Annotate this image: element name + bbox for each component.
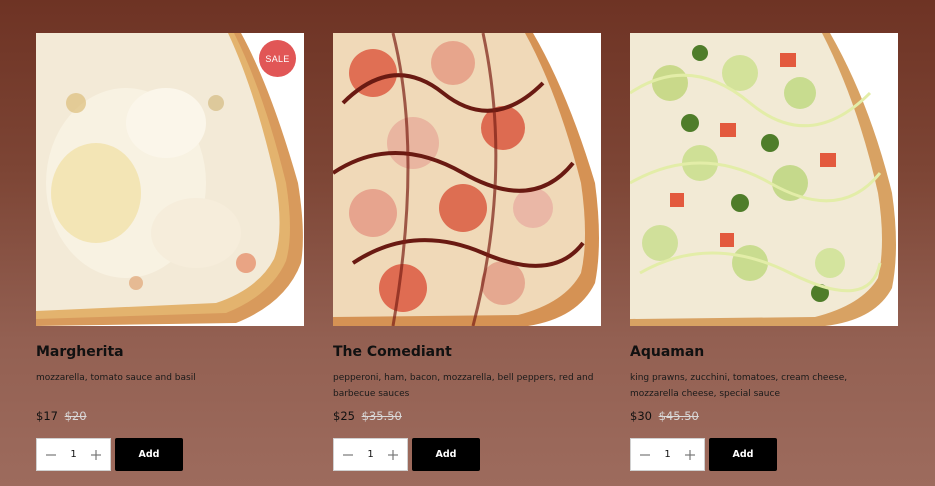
product-card: Aquaman king prawns, zucchini, tomatoes,… bbox=[630, 33, 898, 471]
old-price: $45.50 bbox=[658, 409, 699, 423]
quantity-stepper[interactable]: 1 bbox=[630, 438, 705, 471]
product-title[interactable]: Margherita bbox=[36, 343, 304, 361]
product-title[interactable]: Aquaman bbox=[630, 343, 898, 361]
add-to-cart-button[interactable]: Add bbox=[115, 438, 183, 471]
plus-icon[interactable] bbox=[88, 447, 104, 463]
product-actions: 1 Add bbox=[333, 438, 480, 471]
product-image-the-comediant[interactable] bbox=[333, 33, 601, 326]
old-price: $20 bbox=[64, 409, 87, 423]
minus-icon[interactable] bbox=[340, 447, 356, 463]
product-description: mozzarella, tomato sauce and basil bbox=[36, 373, 196, 383]
quantity-value[interactable]: 1 bbox=[70, 449, 76, 460]
minus-icon[interactable] bbox=[43, 447, 59, 463]
old-price: $35.50 bbox=[361, 409, 402, 423]
current-price: $17 bbox=[36, 409, 58, 423]
quantity-value[interactable]: 1 bbox=[664, 449, 670, 460]
product-description: pepperoni, ham, bacon, mozzarella, bell … bbox=[333, 373, 594, 399]
add-to-cart-button[interactable]: Add bbox=[709, 438, 777, 471]
quantity-stepper[interactable]: 1 bbox=[36, 438, 111, 471]
plus-icon[interactable] bbox=[682, 447, 698, 463]
product-actions: 1 Add bbox=[36, 438, 183, 471]
quantity-value[interactable]: 1 bbox=[367, 449, 373, 460]
current-price: $30 bbox=[630, 409, 652, 423]
product-description: king prawns, zucchini, tomatoes, cream c… bbox=[630, 373, 848, 399]
product-image-margherita[interactable]: SALE bbox=[36, 33, 304, 326]
product-card: The Comediant pepperoni, ham, bacon, moz… bbox=[333, 33, 601, 471]
plus-icon[interactable] bbox=[385, 447, 401, 463]
minus-icon[interactable] bbox=[637, 447, 653, 463]
add-to-cart-button[interactable]: Add bbox=[412, 438, 480, 471]
price-row: $25 $35.50 bbox=[333, 409, 402, 423]
product-actions: 1 Add bbox=[630, 438, 777, 471]
price-row: $17 $20 bbox=[36, 409, 87, 423]
product-title[interactable]: The Comediant bbox=[333, 343, 601, 361]
current-price: $25 bbox=[333, 409, 355, 423]
price-row: $30 $45.50 bbox=[630, 409, 699, 423]
product-image-aquaman[interactable] bbox=[630, 33, 898, 326]
product-grid: SALE Margherita mozzarella, tomato sauce… bbox=[36, 33, 898, 471]
quantity-stepper[interactable]: 1 bbox=[333, 438, 408, 471]
product-card: SALE Margherita mozzarella, tomato sauce… bbox=[36, 33, 304, 471]
sale-badge: SALE bbox=[259, 40, 296, 77]
